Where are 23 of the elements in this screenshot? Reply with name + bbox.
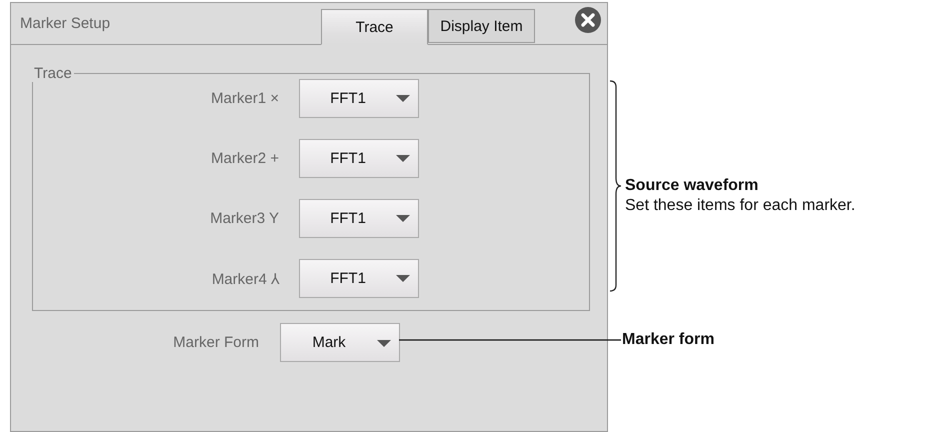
marker-label: Marker1 ×	[210, 90, 279, 106]
callout-text: Set these items for each marker.	[625, 197, 856, 215]
marker-label: Marker3 Y	[209, 210, 279, 226]
group-title: Trace	[33, 65, 73, 82]
caret-icon	[396, 154, 410, 162]
marker-form-label: Marker Form	[172, 334, 259, 351]
caret-icon	[396, 94, 410, 102]
dropdown[interactable]: FFT1	[299, 138, 419, 178]
tab[interactable]: Trace	[321, 9, 428, 45]
caret-icon	[396, 214, 410, 222]
tab[interactable]: Display Item	[428, 9, 535, 43]
dropdown[interactable]: FFT1	[299, 78, 419, 118]
caret-icon	[377, 338, 391, 346]
callout-title: Marker form	[622, 331, 714, 349]
callout-title: Source waveform	[625, 177, 758, 195]
dropdown[interactable]: FFT1	[299, 258, 419, 298]
close-icon[interactable]	[575, 7, 601, 33]
caret-icon	[396, 274, 410, 282]
dialog-title: Marker Setup	[19, 15, 112, 32]
dropdown[interactable]: Mark	[280, 323, 400, 362]
dropdown[interactable]: FFT1	[299, 198, 419, 238]
marker-label: Marker4 ⅄	[210, 270, 279, 288]
marker-label: Marker2 +	[210, 150, 279, 166]
